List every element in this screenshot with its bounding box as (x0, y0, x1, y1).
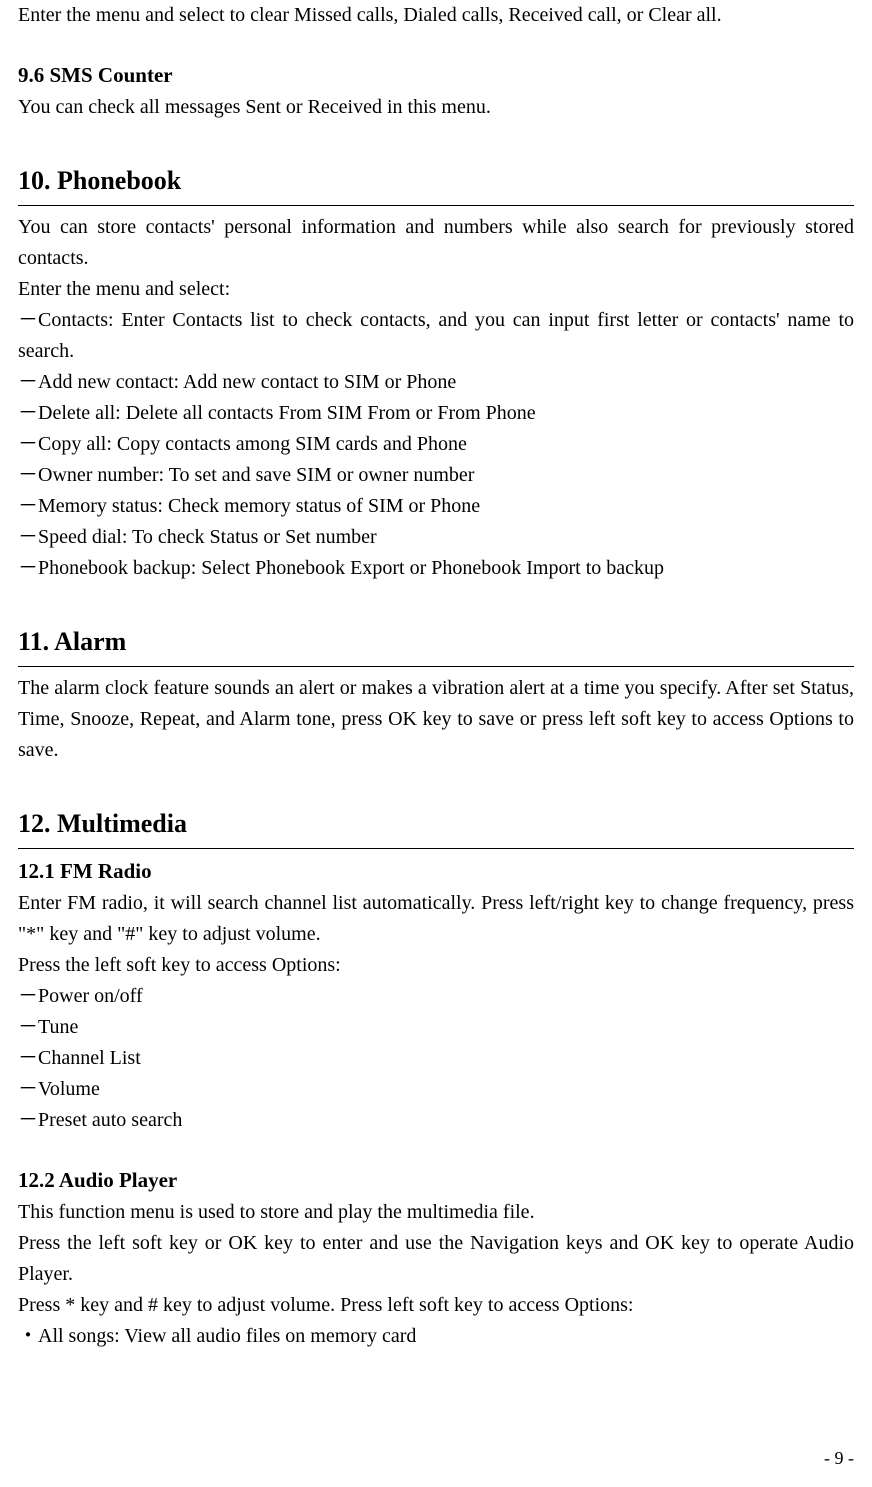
heading-12-1: 12.1 FM Radio (18, 855, 854, 888)
sec12-1-item: －Power on/off (18, 981, 854, 1012)
rule-11 (18, 666, 854, 667)
sec10-item: －Add new contact: Add new contact to SIM… (18, 367, 854, 398)
sec10-item: －Speed dial: To check Status or Set numb… (18, 522, 854, 553)
sec10-item: －Phonebook backup: Select Phonebook Expo… (18, 553, 854, 584)
sec12-1-item: －Volume (18, 1074, 854, 1105)
heading-12-2: 12.2 Audio Player (18, 1164, 854, 1197)
sec10-item: －Contacts: Enter Contacts list to check … (18, 305, 854, 367)
page-number: - 9 - (824, 1445, 854, 1473)
heading-10: 10. Phonebook (18, 161, 854, 203)
sec11-body: The alarm clock feature sounds an alert … (18, 673, 854, 766)
sec10-p2: Enter the menu and select: (18, 274, 854, 305)
sec10-item: －Memory status: Check memory status of S… (18, 491, 854, 522)
heading-9-6: 9.6 SMS Counter (18, 59, 854, 92)
sec12-1-item: －Channel List (18, 1043, 854, 1074)
sec12-2-p3: Press * key and # key to adjust volume. … (18, 1290, 854, 1321)
sec12-1-p1: Enter FM radio, it will search channel l… (18, 888, 854, 950)
sec10-item: －Delete all: Delete all contacts From SI… (18, 398, 854, 429)
rule-10 (18, 205, 854, 206)
sec12-2-p2: Press the left soft key or OK key to ent… (18, 1228, 854, 1290)
heading-11: 11. Alarm (18, 622, 854, 664)
sec12-2-item: ・All songs: View all audio files on memo… (18, 1321, 854, 1352)
sec12-2-p1: This function menu is used to store and … (18, 1197, 854, 1228)
rule-12 (18, 848, 854, 849)
sec10-item: －Owner number: To set and save SIM or ow… (18, 460, 854, 491)
sec12-1-item: －Tune (18, 1012, 854, 1043)
sec12-1-p2: Press the left soft key to access Option… (18, 950, 854, 981)
heading-12: 12. Multimedia (18, 804, 854, 846)
sec10-p1: You can store contacts' personal informa… (18, 212, 854, 274)
sec10-item: －Copy all: Copy contacts among SIM cards… (18, 429, 854, 460)
body-9-6: You can check all messages Sent or Recei… (18, 92, 854, 123)
sec12-1-item: －Preset auto search (18, 1105, 854, 1136)
intro-text: Enter the menu and select to clear Misse… (18, 0, 854, 31)
